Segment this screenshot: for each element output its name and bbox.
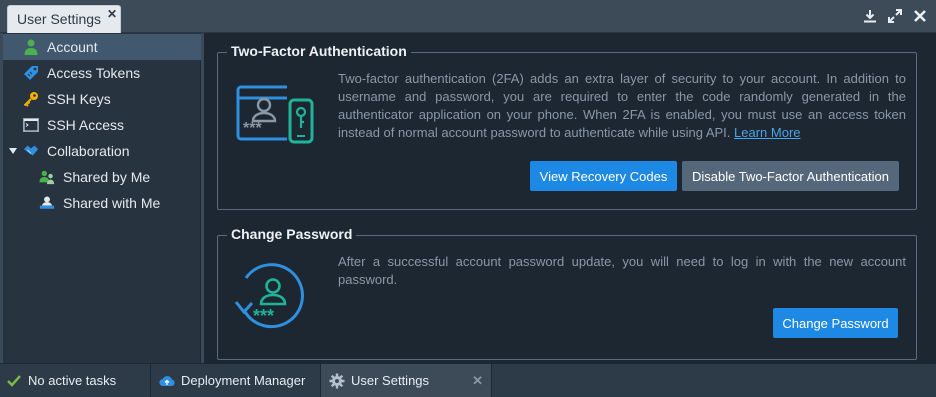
task-label: User Settings [351,373,430,388]
user-icon [23,39,39,55]
sidebar-item-shared-with-me[interactable]: Shared with Me [3,190,201,216]
task-deployment-manager[interactable]: Deployment Manager [151,364,320,397]
settings-content: Two-Factor Authentication *** Two-factor… [204,33,936,363]
user-settings-window: User Settings ✕ Account Access Tokens SS… [0,0,936,363]
sidebar-item-ssh-access[interactable]: SSH Access [3,112,201,138]
users-icon [39,169,55,185]
sidebar-item-account[interactable]: Account [3,34,201,60]
disable-two-factor-button[interactable]: Disable Two-Factor Authentication [682,161,899,191]
download-icon[interactable] [862,8,878,24]
sidebar-item-label: Account [47,39,98,55]
handshake-icon [23,143,39,159]
checkmark-icon [6,373,22,389]
sidebar-item-label: SSH Access [47,117,125,133]
expand-icon[interactable] [887,8,903,24]
sidebar-item-label: Collaboration [47,143,130,159]
two-factor-description: Two-factor authentication (2FA) adds an … [338,70,906,142]
sidebar-item-shared-by-me[interactable]: Shared by Me [3,164,201,190]
learn-more-link[interactable]: Learn More [734,125,800,140]
taskbar-divider [491,364,492,397]
view-recovery-codes-button[interactable]: View Recovery Codes [530,161,677,191]
tab-close-icon[interactable]: ✕ [107,7,117,21]
sidebar-item-ssh-keys[interactable]: SSH Keys [3,86,201,112]
change-password-title: Change Password [227,226,357,242]
tag-icon [23,65,39,81]
sidebar-item-label: Access Tokens [47,65,141,81]
tab-user-settings[interactable]: User Settings ✕ [7,5,121,33]
two-factor-illustration-icon: *** [235,81,315,150]
settings-sidebar: Account Access Tokens SSH Keys SSH Acces… [3,33,201,363]
task-status: No active tasks [6,364,150,397]
task-status-label: No active tasks [28,373,117,388]
svg-text:***: *** [243,120,262,137]
two-factor-title: Two-Factor Authentication [227,43,411,59]
tab-label: User Settings [17,11,102,27]
gear-icon [329,373,345,389]
two-factor-section: Two-Factor Authentication *** Two-factor… [217,43,917,210]
task-label: Deployment Manager [181,373,306,388]
sidebar-item-label: Shared with Me [63,195,161,211]
sidebar-item-label: SSH Keys [47,91,111,107]
change-password-button[interactable]: Change Password [773,308,898,338]
key-icon [23,91,39,107]
close-icon[interactable] [912,8,928,24]
sidebar-item-collaboration[interactable]: Collaboration [3,138,201,164]
change-password-section: Change Password *** After a successful a… [217,226,917,360]
user-share-icon [39,195,55,211]
change-password-description: After a successful account password upda… [338,254,906,287]
cloud-icon [159,373,175,389]
svg-text:***: *** [253,306,274,326]
terminal-icon [23,117,39,133]
sidebar-item-label: Shared by Me [63,169,151,185]
taskbar: No active tasks Deployment Manager User … [0,363,936,397]
window-controls [862,8,928,24]
window-titlebar: User Settings ✕ [0,0,936,33]
task-close-icon[interactable]: ✕ [472,373,483,389]
sidebar-item-access-tokens[interactable]: Access Tokens [3,60,201,86]
two-factor-description-text: Two-factor authentication (2FA) adds an … [338,71,906,140]
expand-arrow-icon[interactable] [8,148,18,154]
task-user-settings[interactable]: User Settings ✕ [321,364,491,397]
password-reset-illustration-icon: *** [232,262,306,337]
